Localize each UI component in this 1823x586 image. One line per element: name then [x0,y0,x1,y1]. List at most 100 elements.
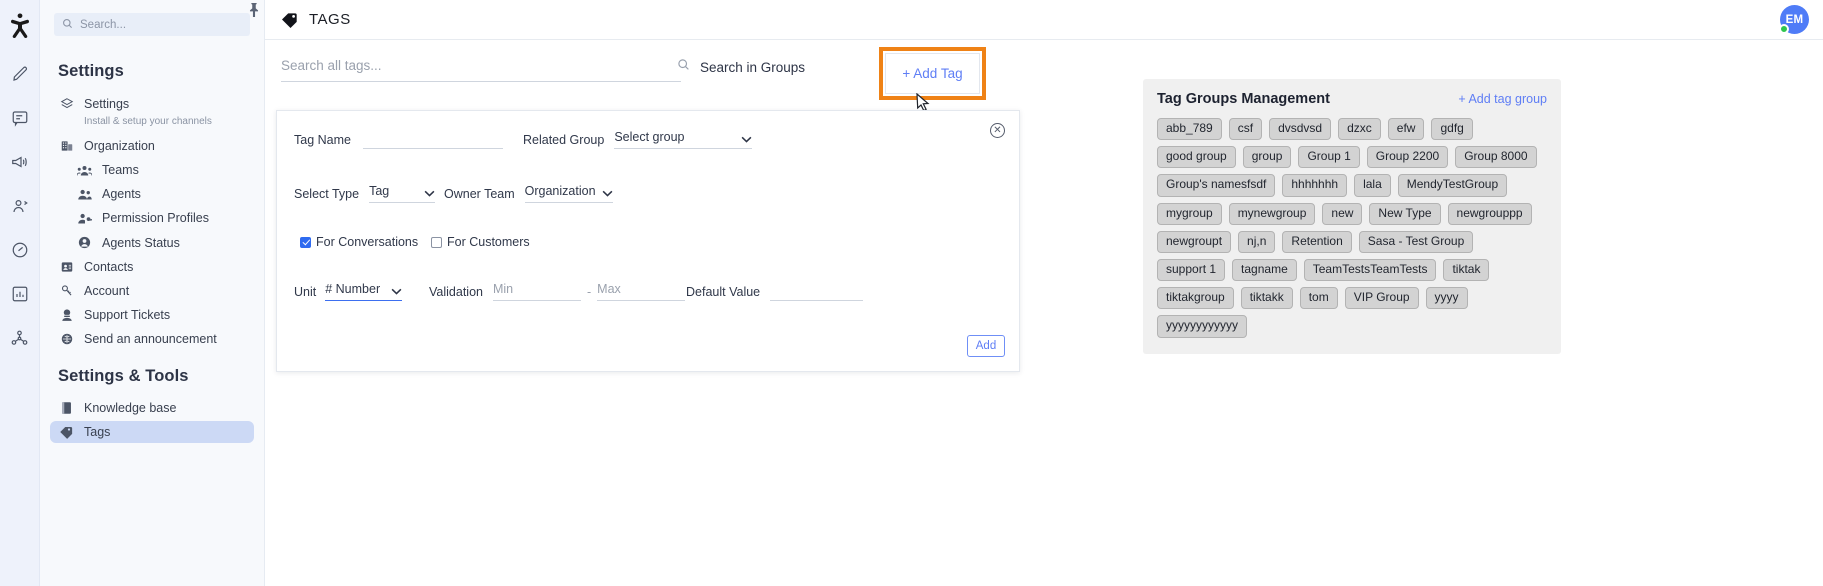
for-customers-checkbox-group[interactable]: For Customers [431,235,530,249]
tag-group-chip[interactable]: abb_789 [1157,118,1222,141]
tag-group-chip[interactable]: mynewgroup [1228,202,1316,225]
search-all-tags-input[interactable]: Search all tags... [281,58,681,82]
owner-team-field-group: Owner Team Organization [444,184,613,203]
sidebar-item-agents-status[interactable]: Agents Status [50,231,254,254]
sidebar-item-tags[interactable]: Tags [50,421,254,443]
select-type-field-group: Select Type Tag [294,184,436,203]
tag-name-input[interactable] [362,130,503,149]
sidebar-item-contacts[interactable]: Contacts [50,256,254,278]
sidebar-item-teams[interactable]: Teams [50,159,254,181]
search-in-groups-select[interactable]: Search in Groups [677,58,899,76]
select-type-select[interactable]: Tag [369,184,436,203]
avatar-initials: EM [1785,13,1804,26]
tag-group-chip[interactable]: MendyTestGroup [1397,174,1508,197]
unit-field-group: Unit # Number [294,282,403,301]
rail-item-contacts[interactable] [5,190,35,222]
page-header: TAGS EM [249,0,1823,40]
for-conversations-checkbox-group[interactable]: For Conversations [300,235,418,249]
sidebar-item-label: Contacts [84,260,134,274]
chat-bubble-icon [11,109,29,127]
rail-item-integrations[interactable] [5,322,35,354]
tag-group-chip[interactable]: gdfg [1431,118,1473,141]
default-value-input[interactable] [770,282,864,301]
tag-group-chip[interactable]: dzxc [1338,118,1381,141]
for-conversations-checkbox[interactable] [300,236,311,248]
rail-item-dashboard[interactable] [5,234,35,266]
tag-name-label: Tag Name [294,132,351,147]
tag-group-chip[interactable]: TeamTestsTeamTests [1303,258,1437,282]
add-tag-group-button[interactable]: + Add tag group [1458,92,1547,106]
tag-group-chip[interactable]: group [1242,146,1292,169]
owner-team-select[interactable]: Organization [524,184,613,203]
owner-team-label: Owner Team [444,186,515,201]
unit-label: Unit [294,284,317,299]
rail-item-announcements[interactable] [5,146,35,178]
pin-icon[interactable] [247,2,261,23]
search-input[interactable]: Search... [54,13,250,36]
sidebar-item-agents[interactable]: Agents [50,183,254,205]
agent-status-icon [76,235,93,250]
close-icon[interactable]: ✕ [990,123,1005,138]
tag-group-chip[interactable]: Group's namesfsdf [1157,174,1276,197]
tag-group-chip[interactable]: Sasa - Test Group [1358,230,1474,253]
tag-group-chip[interactable]: New Type [1369,202,1441,225]
tag-group-chip[interactable]: hhhhhhh [1282,174,1348,197]
add-button[interactable]: Add [967,335,1005,357]
sidebar-item-organization[interactable]: Organization [50,135,254,157]
sidebar-item-account[interactable]: Account [50,280,254,302]
tag-group-chip[interactable]: VIP Group [1344,287,1419,310]
agents-icon [76,188,93,201]
page-title: Settings [58,62,124,80]
add-tag-button[interactable]: + Add Tag [885,53,980,94]
validation-label: Validation [429,284,483,299]
rail-item-compose[interactable] [5,58,35,90]
validation-max-input[interactable]: Max [597,282,686,301]
chevron-down-icon [602,184,613,202]
tag-group-chip[interactable]: efw [1387,118,1425,141]
tag-group-chip[interactable]: newgrouppp [1447,202,1532,225]
rail-item-reports[interactable] [5,278,35,310]
tag-group-chip[interactable]: nj,n [1238,230,1276,253]
tag-group-chip[interactable]: new [1322,202,1363,225]
tag-group-chip[interactable]: Retention [1282,230,1352,253]
tag-group-chip[interactable]: tiktakgroup [1157,287,1234,310]
tag-group-chip[interactable]: tagname [1232,258,1297,282]
for-customers-label: For Customers [447,235,530,249]
tag-group-chip[interactable]: tiktak [1443,258,1490,282]
sidebar-item-settings[interactable]: Settings [50,93,254,115]
sidebar-item-label: Knowledge base [84,401,177,415]
app-logo-icon[interactable] [5,8,35,42]
sidebar-item-permission-profiles[interactable]: Permission Profiles [50,207,254,229]
pencil-icon [11,65,29,83]
tag-group-chip[interactable]: yyyy [1425,287,1468,310]
sidebar-item-knowledge-base[interactable]: Knowledge base [50,397,254,419]
rail-item-conversations[interactable] [5,102,35,134]
tag-group-chip[interactable]: yyyyyyyyyyyy [1157,315,1247,338]
building-icon [58,139,75,153]
tag-group-chip[interactable]: good group [1157,146,1236,169]
tag-group-chip[interactable]: newgroupt [1157,230,1232,253]
tag-group-chip[interactable]: tiktakk [1240,287,1293,310]
sidebar-item-support-tickets[interactable]: Support Tickets [50,304,254,326]
tag-group-chip[interactable]: mygroup [1157,202,1222,225]
key-icon [58,284,75,298]
select-type-label: Select Type [294,186,360,201]
validation-min-input[interactable]: Min [492,282,581,301]
tag-group-chip[interactable]: support 1 [1157,258,1226,282]
tag-group-chip[interactable]: Group 2200 [1366,146,1449,169]
tag-group-chip[interactable]: Group 1 [1298,146,1360,169]
unit-select[interactable]: # Number [325,282,403,301]
support-icon [58,308,75,322]
tag-group-chip[interactable]: tom [1299,287,1338,310]
for-customers-checkbox[interactable] [431,236,442,248]
sidebar-item-settings-description: Install & setup your channels [84,116,212,127]
sidebar-item-send-announcement[interactable]: Send an announcement [50,328,254,350]
tag-group-chip[interactable]: lala [1354,174,1391,197]
default-value-label: Default Value [686,284,761,299]
search-icon [62,16,73,34]
tag-group-chip[interactable]: Group 8000 [1455,146,1537,169]
related-group-select[interactable]: Select group [614,130,753,149]
avatar[interactable]: EM [1779,5,1809,34]
tag-group-chip[interactable]: dvsdvsd [1269,118,1332,141]
tag-group-chip[interactable]: csf [1228,118,1263,141]
